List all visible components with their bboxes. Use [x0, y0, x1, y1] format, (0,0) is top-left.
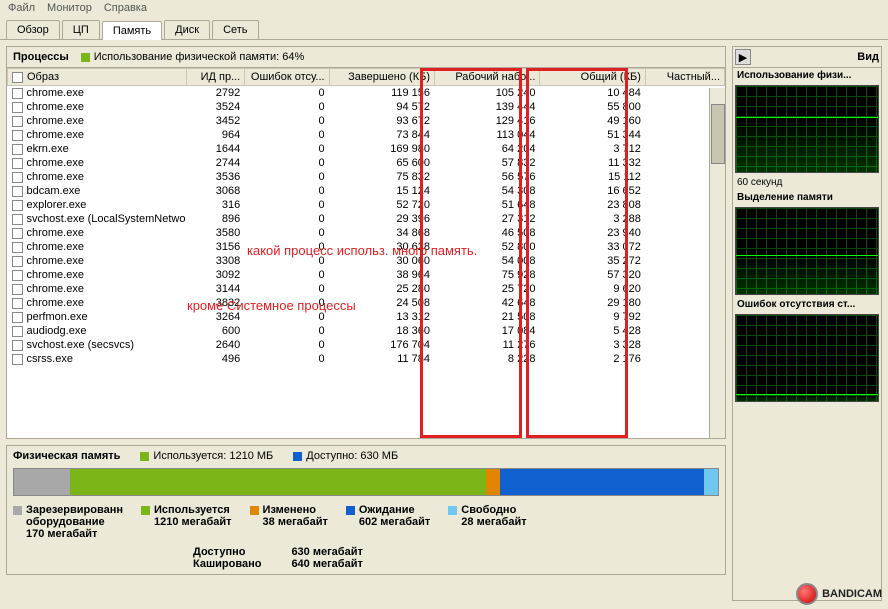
table-row[interactable]: chrome.exe3524094 572139 44455 800	[8, 100, 725, 114]
table-row[interactable]: chrome.exe27920119 156105 24010 484	[8, 86, 725, 101]
row-checkbox[interactable]	[12, 200, 23, 211]
table-row[interactable]: bdcam.exe3068015 12454 30816 652	[8, 184, 725, 198]
col-image[interactable]: Образ	[8, 69, 187, 86]
row-checkbox[interactable]	[12, 172, 23, 183]
legend-reserved: Зарезервированноборудование170 мегабайт	[13, 504, 123, 540]
legend-used: Используется1210 мегабайт	[141, 504, 232, 540]
graph-commit	[735, 207, 879, 295]
views-label[interactable]: Вид	[857, 51, 879, 63]
row-checkbox[interactable]	[12, 158, 23, 169]
scroll-left-button[interactable]: ▶	[735, 49, 751, 65]
table-row[interactable]: audiodg.exe600018 36017 0845 428	[8, 324, 725, 338]
table-row[interactable]: chrome.exe3144025 28025 7209 620	[8, 282, 725, 296]
tab-cpu[interactable]: ЦП	[62, 20, 100, 39]
menu-monitor[interactable]: Монитор	[47, 2, 92, 14]
table-row[interactable]: chrome.exe3832024 50842 64829 180	[8, 296, 725, 310]
graph1-label: Использование физи...	[733, 68, 881, 83]
graph-faults	[735, 314, 879, 402]
table-row[interactable]: chrome.exe3092038 96475 92857 320	[8, 268, 725, 282]
table-row[interactable]: ekrn.exe16440169 98064 2043 712	[8, 142, 725, 156]
menu-help[interactable]: Справка	[104, 2, 147, 14]
table-row[interactable]: chrome.exe3580034 86846 50823 940	[8, 226, 725, 240]
bandicam-watermark: BANDICAM	[796, 583, 882, 605]
row-checkbox[interactable]	[12, 298, 23, 309]
header-checkbox[interactable]	[12, 72, 23, 83]
row-checkbox[interactable]	[12, 88, 23, 99]
used-icon	[140, 452, 149, 461]
graph-physical-usage	[735, 85, 879, 173]
physmem-title: Физическая память	[13, 450, 120, 462]
legend-standby: Ожидание602 мегабайт	[346, 504, 430, 540]
avail-label: Доступно: 630 МБ	[306, 450, 398, 462]
row-checkbox[interactable]	[12, 144, 23, 155]
table-row[interactable]: chrome.exe3156030 62852 80033 072	[8, 240, 725, 254]
table-row[interactable]: explorer.exe316052 72051 64823 808	[8, 198, 725, 212]
usage-icon	[81, 53, 90, 62]
tabbar: Обзор ЦП Память Диск Сеть	[0, 16, 888, 40]
process-table[interactable]: Образ ИД пр... Ошибок отсу... Завершено …	[7, 68, 725, 438]
legend-free: Свободно28 мегабайт	[448, 504, 526, 540]
col-working[interactable]: Рабочий набо...	[435, 69, 540, 86]
table-row[interactable]: perfmon.exe3264013 31221 5089 792	[8, 310, 725, 324]
processes-panel: Процессы Использование физической памяти…	[6, 46, 726, 439]
table-row[interactable]: chrome.exe3308030 06054 00835 272	[8, 254, 725, 268]
row-checkbox[interactable]	[12, 130, 23, 141]
row-checkbox[interactable]	[12, 312, 23, 323]
row-checkbox[interactable]	[12, 326, 23, 337]
row-checkbox[interactable]	[12, 242, 23, 253]
col-private[interactable]: Частный...	[645, 69, 724, 86]
bandicam-icon	[796, 583, 818, 605]
legend-modified: Изменено38 мегабайт	[250, 504, 328, 540]
row-checkbox[interactable]	[12, 256, 23, 267]
table-row[interactable]: chrome.exe2744065 60057 83211 332	[8, 156, 725, 170]
row-checkbox[interactable]	[12, 340, 23, 351]
row-checkbox[interactable]	[12, 214, 23, 225]
tab-disk[interactable]: Диск	[164, 20, 210, 39]
processes-title: Процессы	[13, 51, 69, 63]
graph-timescale: 60 секунд	[733, 175, 881, 190]
memory-bar	[13, 468, 719, 496]
col-pid[interactable]: ИД пр...	[187, 69, 245, 86]
row-checkbox[interactable]	[12, 270, 23, 281]
used-label: Используется: 1210 МБ	[153, 450, 273, 462]
col-shared[interactable]: Общий (КБ)	[540, 69, 645, 86]
row-checkbox[interactable]	[12, 102, 23, 113]
footer-cached-value: 640 мегабайт	[291, 558, 362, 570]
table-row[interactable]: csrss.exe496011 7848 2282 176	[8, 352, 725, 366]
physical-memory-panel: Физическая память Используется: 1210 МБ …	[6, 445, 726, 575]
tab-network[interactable]: Сеть	[212, 20, 258, 39]
row-checkbox[interactable]	[12, 284, 23, 295]
table-row[interactable]: svchost.exe (LocalSystemNetwo...896029 3…	[8, 212, 725, 226]
col-commit[interactable]: Завершено (КБ)	[329, 69, 434, 86]
menubar: Файл Монитор Справка	[0, 0, 888, 16]
table-row[interactable]: chrome.exe3452093 672129 41649 160	[8, 114, 725, 128]
row-checkbox[interactable]	[12, 186, 23, 197]
footer-cached-label: Кашировано	[193, 558, 261, 570]
row-checkbox[interactable]	[12, 116, 23, 127]
table-row[interactable]: svchost.exe (secsvcs)26400176 70411 2763…	[8, 338, 725, 352]
tab-overview[interactable]: Обзор	[6, 20, 60, 39]
avail-icon	[293, 452, 302, 461]
row-checkbox[interactable]	[12, 228, 23, 239]
table-row[interactable]: chrome.exe964073 844113 04451 344	[8, 128, 725, 142]
footer-avail-value: 630 мегабайт	[291, 546, 362, 558]
footer-avail-label: Доступно	[193, 546, 261, 558]
graph3-label: Ошибок отсутствия ст...	[733, 297, 881, 312]
menu-file[interactable]: Файл	[8, 2, 35, 14]
tab-memory[interactable]: Память	[102, 21, 162, 40]
vertical-scrollbar[interactable]	[709, 88, 725, 438]
graph2-label: Выделение памяти	[733, 190, 881, 205]
usage-label: Использование физической памяти: 64%	[94, 51, 305, 63]
row-checkbox[interactable]	[12, 354, 23, 365]
right-panel: ▶ Вид Использование физи... 60 секунд Вы…	[732, 46, 882, 601]
table-row[interactable]: chrome.exe3536075 83256 57615 112	[8, 170, 725, 184]
col-faults[interactable]: Ошибок отсу...	[245, 69, 329, 86]
